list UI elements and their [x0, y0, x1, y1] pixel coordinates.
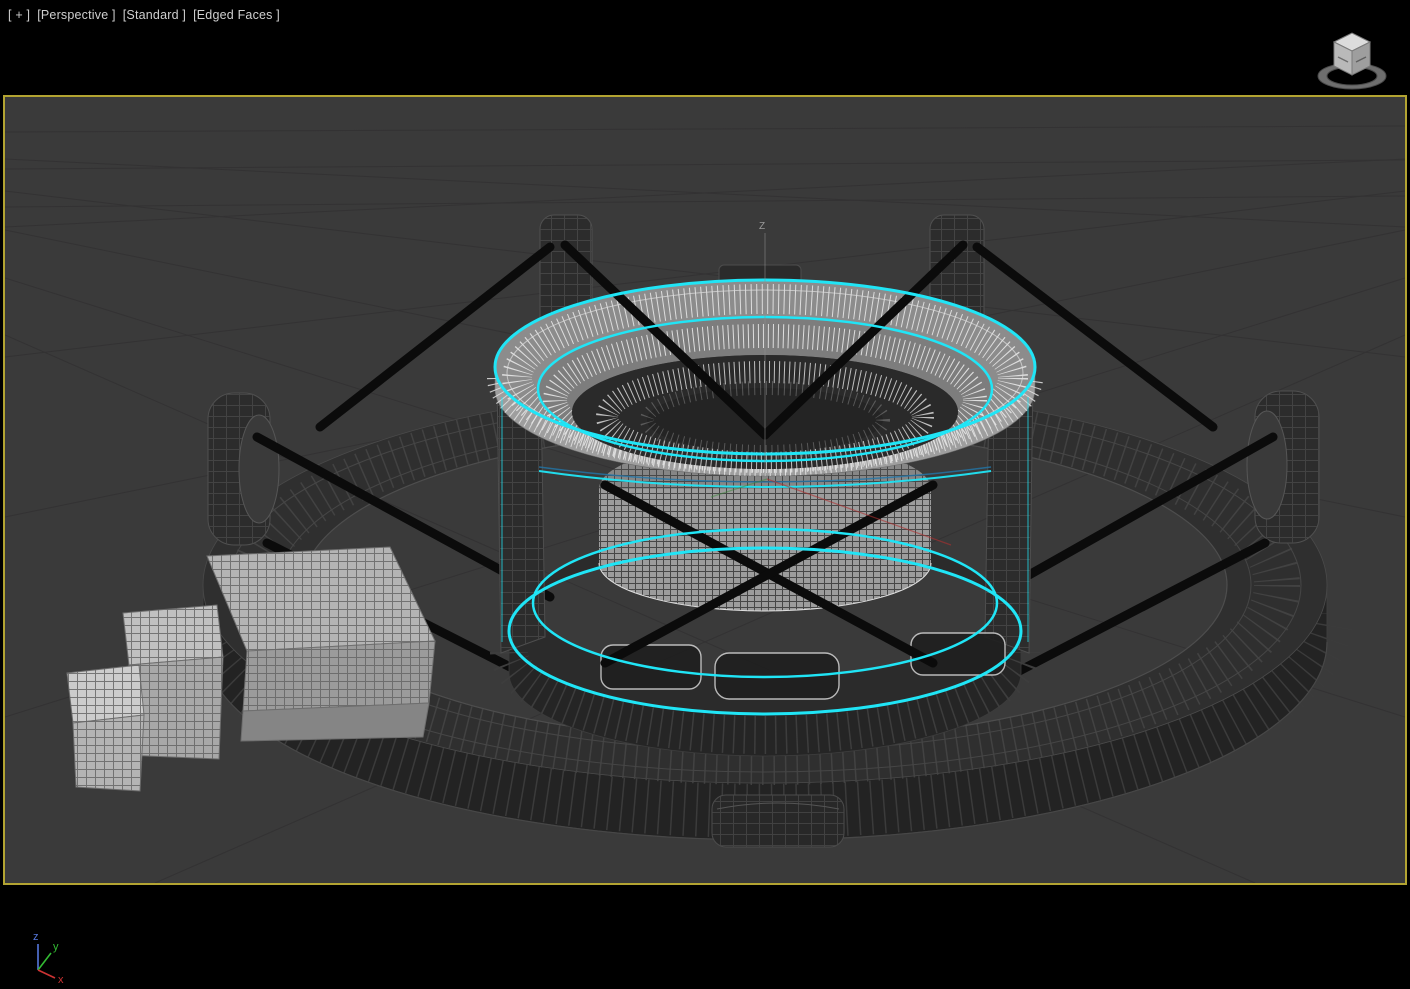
world-axis-tripod: z y x: [20, 926, 84, 986]
viewcube[interactable]: [1310, 26, 1396, 92]
viewport-bottom-chrome: [0, 886, 1410, 988]
perspective-viewport[interactable]: Z: [3, 95, 1407, 885]
axis-y-label: y: [53, 941, 59, 953]
viewcube-cube-icon[interactable]: [1332, 32, 1372, 76]
scene-canvas[interactable]: Z: [5, 97, 1405, 883]
bracket-right[interactable]: [1246, 390, 1320, 544]
axis-x-line: [37, 969, 56, 979]
viewport-shading-menu[interactable]: [Edged Faces ]: [193, 8, 280, 22]
ring-front-lug[interactable]: [711, 794, 845, 848]
viewport-general-menu[interactable]: [ + ]: [8, 8, 30, 22]
axis-y-line: [37, 952, 52, 971]
viewport-label: [ + ] [Perspective ] [Standard ] [Edged …: [8, 8, 280, 22]
viewport-render-preset-menu[interactable]: [Standard ]: [123, 8, 186, 22]
axis-z-label: z: [33, 931, 39, 943]
axis-x-label: x: [58, 974, 64, 984]
gizmo-z-label: Z: [759, 221, 765, 232]
3dsmax-screen: { "viewport_label": { "general_menu": "[…: [0, 0, 1410, 988]
bracket-left[interactable]: [207, 392, 280, 546]
viewport-pov-menu[interactable]: [Perspective ]: [37, 8, 116, 22]
